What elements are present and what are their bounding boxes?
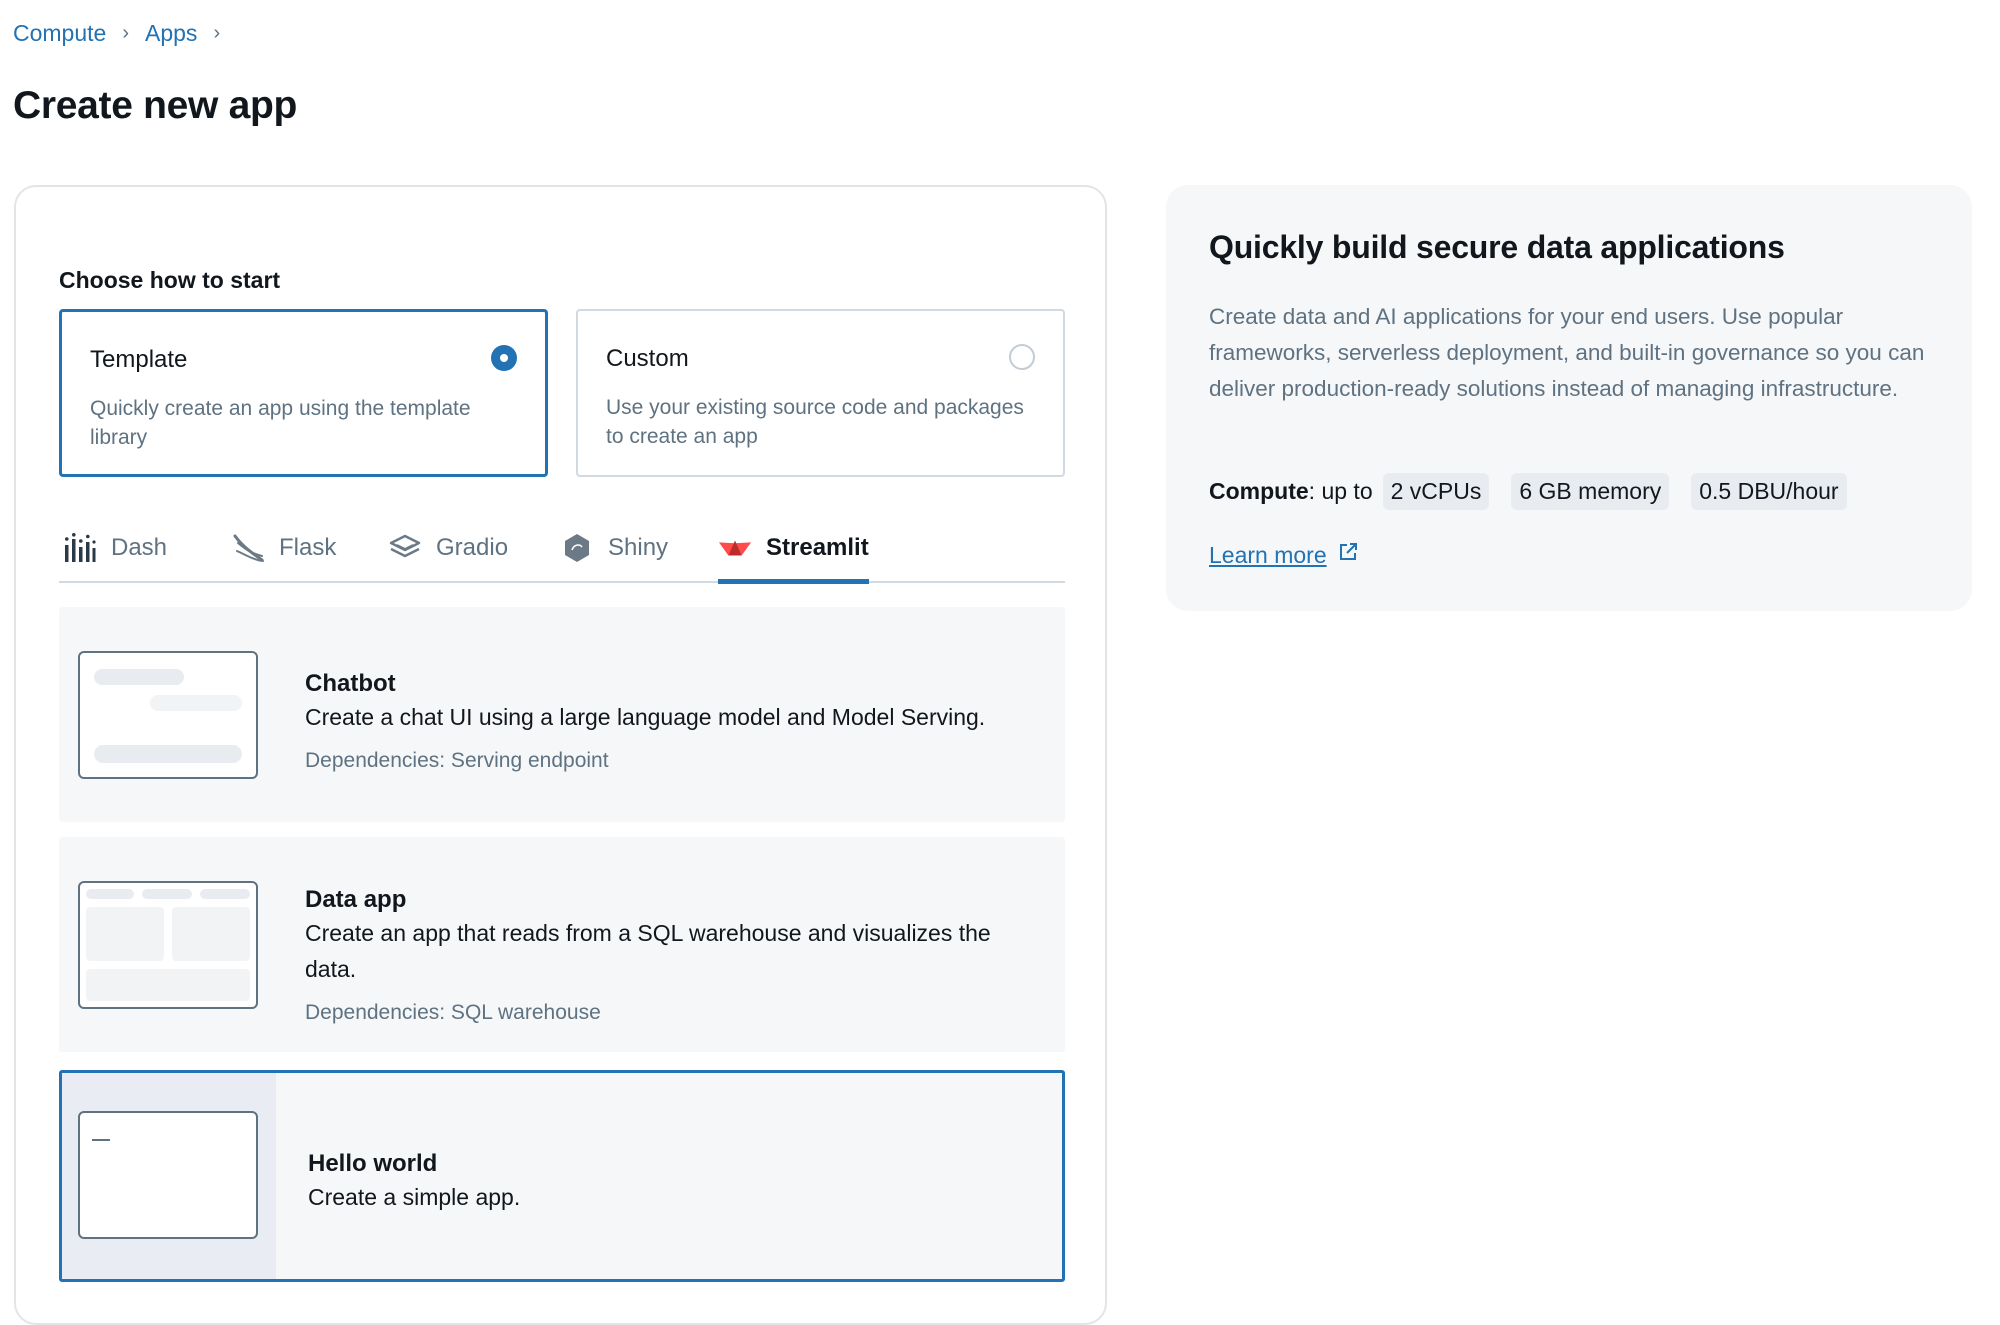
template-card-hello-world[interactable]: Hello world Create a simple app. [59,1070,1065,1282]
template-dependencies: Dependencies: SQL warehouse [305,1001,601,1024]
create-app-form-panel: Choose how to start Template Quickly cre… [14,185,1107,1325]
breadcrumb-compute-link[interactable]: Compute [13,20,106,47]
dash-logo-icon [63,533,97,563]
gradio-logo-icon [388,533,422,563]
template-title: Hello world [308,1150,438,1177]
tab-label: Dash [111,534,168,561]
tab-flask[interactable]: Flask [231,525,336,581]
info-description: Create data and AI applications for your… [1209,304,1925,401]
learn-more-label: Learn more [1209,541,1327,568]
framework-tabs: Dash Flask Gradio Shiny Streamlit [59,525,1065,584]
custom-radio[interactable] [1009,344,1035,370]
spec-badge-dbu: 0.5 DBU/hour [1691,473,1847,510]
template-option-card[interactable]: Template Quickly create an app using the… [59,309,548,477]
spec-badge-memory: 6 GB memory [1511,473,1670,510]
breadcrumb-separator: › [122,22,129,44]
streamlit-logo-icon [718,533,752,563]
learn-more-link[interactable]: Learn more [1209,541,1359,569]
compute-prefix: : up to [1308,478,1373,504]
chatbot-preview-thumbnail [78,651,258,779]
tab-label: Flask [279,534,337,561]
choose-how-to-start-label: Choose how to start [59,267,281,293]
template-title: Chatbot [305,670,396,697]
spec-badge-vcpu: 2 vCPUs [1382,473,1490,510]
template-description: Create a simple app. [308,1184,521,1210]
tab-streamlit[interactable]: Streamlit [718,525,869,584]
option-title: Custom [606,345,689,372]
tab-label: Gradio [436,534,509,561]
template-radio[interactable] [491,345,517,371]
template-description: Create an app that reads from a SQL ware… [305,920,991,982]
data-app-preview-thumbnail [78,881,258,1009]
tab-label: Shiny [608,534,669,561]
compute-label: Compute [1209,478,1309,504]
breadcrumb-apps-link[interactable]: Apps [145,20,197,47]
info-panel: Quickly build secure data applications C… [1166,185,1972,611]
custom-option-card[interactable]: Custom Use your existing source code and… [576,309,1065,477]
flask-logo-icon [231,533,265,563]
template-dependencies: Dependencies: Serving endpoint [305,749,609,772]
template-title: Data app [305,886,407,913]
option-title: Template [90,346,188,373]
tab-label: Streamlit [766,534,869,561]
page-title: Create new app [13,84,298,127]
template-card-data-app[interactable]: Data app Create an app that reads from a… [59,837,1065,1052]
hello-world-preview-thumbnail [78,1111,258,1239]
option-description: Quickly create an app using the template… [90,397,471,449]
compute-specs: Compute : up to 2 vCPUs 6 GB memory 0.5 … [1209,473,1847,510]
option-description: Use your existing source code and packag… [606,396,1024,448]
shiny-logo-icon [560,533,594,563]
tab-gradio[interactable]: Gradio [388,525,508,581]
template-description: Create a chat UI using a large language … [305,704,986,730]
tab-shiny[interactable]: Shiny [560,525,668,581]
template-card-chatbot[interactable]: Chatbot Create a chat UI using a large l… [59,607,1065,822]
breadcrumb-separator: › [213,22,221,44]
tab-dash[interactable]: Dash [63,525,167,581]
external-link-icon [1337,541,1359,569]
info-title: Quickly build secure data applications [1209,229,1785,265]
breadcrumb: Compute › Apps › [13,20,236,47]
